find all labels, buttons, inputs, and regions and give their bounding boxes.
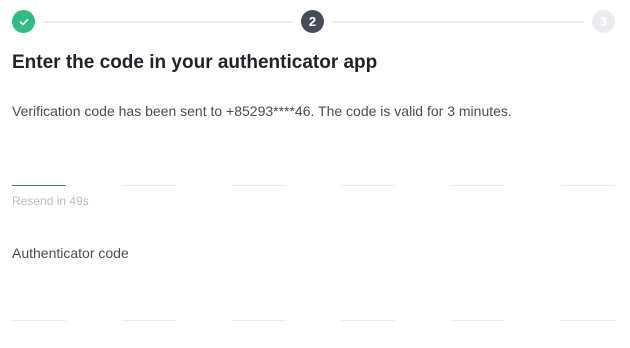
authenticator-code-digit-1[interactable] (12, 280, 66, 321)
verification-message: Verification code has been sent to +8529… (12, 103, 512, 119)
resend-countdown: Resend in 49s (12, 194, 89, 208)
sms-code-digit-3[interactable] (231, 145, 286, 186)
authenticator-code-input (12, 280, 615, 321)
authenticator-code-digit-4[interactable] (341, 280, 396, 321)
page-title: Enter the code in your authenticator app (12, 52, 378, 73)
authenticator-code-digit-5[interactable] (451, 280, 506, 321)
sms-code-digit-5[interactable] (451, 145, 506, 186)
authenticator-code-digit-3[interactable] (231, 280, 286, 321)
sms-code-digit-2[interactable] (121, 145, 176, 186)
step-3-upcoming: 3 (592, 10, 615, 33)
step-2-current: 2 (301, 10, 324, 33)
step-connector-2 (332, 21, 584, 23)
step-1-completed (12, 10, 35, 33)
authenticator-code-digit-2[interactable] (121, 280, 176, 321)
sms-code-digit-1[interactable] (12, 145, 66, 186)
stepper: 2 3 (12, 10, 615, 33)
step-connector-1 (43, 21, 293, 23)
sms-code-input (12, 145, 615, 186)
authenticator-code-label: Authenticator code (12, 245, 129, 261)
sms-code-digit-6[interactable] (560, 145, 615, 186)
sms-code-digit-4[interactable] (341, 145, 396, 186)
authenticator-code-digit-6[interactable] (560, 280, 615, 321)
check-icon (19, 18, 28, 25)
